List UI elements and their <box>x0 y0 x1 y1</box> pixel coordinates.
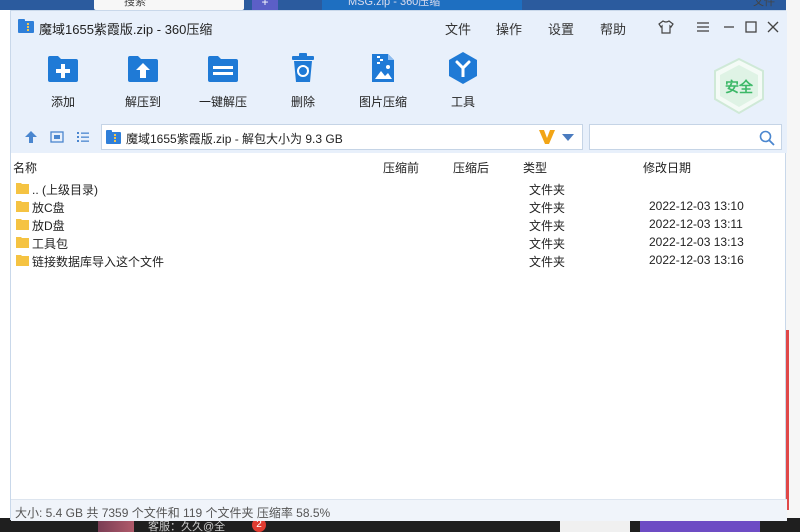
extract-to-button[interactable]: 解压到 <box>103 51 183 110</box>
delete-label: 删除 <box>290 95 315 109</box>
security-shield-badge[interactable]: 安全 <box>711 57 767 115</box>
file-date: 2022-12-03 13:10 <box>649 199 744 213</box>
background-new-tab-button[interactable]: + <box>252 0 278 10</box>
minimize-icon[interactable] <box>719 17 739 37</box>
tools-icon <box>446 51 480 85</box>
status-text: 大小: 5.4 GB 共 7359 个文件和 119 个文件夹 压缩率 58.5… <box>15 506 331 520</box>
one-click-extract-icon <box>206 51 240 85</box>
menu-help[interactable]: 帮助 <box>600 19 626 38</box>
image-compress-button[interactable]: 图片压缩 <box>343 51 423 110</box>
image-compress-icon <box>366 51 400 85</box>
file-list-header: 名称 压缩前 压缩后 类型 修改日期 <box>11 157 787 177</box>
extract-to-icon <box>126 51 160 85</box>
folder-icon <box>16 219 29 230</box>
maximize-icon[interactable] <box>741 17 761 37</box>
file-type: 文件夹 <box>529 183 566 197</box>
menu-file[interactable]: 文件 <box>445 19 471 38</box>
one-click-extract-button[interactable]: 一键解压 <box>183 51 263 110</box>
title-bar: 魔域1655紫霞版.zip - 360压缩 文件 操作 设置 帮助 <box>11 11 787 43</box>
file-name: 放C盘 <box>32 201 65 215</box>
tools-label: 工具 <box>450 95 475 109</box>
file-list: .. (上级目录) 文件夹 放C盘 文件夹 2022-12-03 13:10 放… <box>11 179 787 269</box>
folder-icon <box>16 237 29 248</box>
add-label: 添加 <box>50 95 75 109</box>
file-name: 放D盘 <box>32 219 65 233</box>
file-type: 文件夹 <box>529 237 566 251</box>
status-bar: 大小: 5.4 GB 共 7359 个文件和 119 个文件夹 压缩率 58.5… <box>11 499 787 521</box>
file-type: 文件夹 <box>529 219 566 233</box>
file-date: 2022-12-03 13:11 <box>649 217 743 231</box>
path-field[interactable]: 魔域1655紫霞版.zip - 解包大小为 9.3 GB <box>101 124 583 150</box>
one-click-extract-label: 一键解压 <box>198 95 247 109</box>
menu-lines-icon[interactable] <box>693 17 713 37</box>
file-type: 文件夹 <box>529 201 566 215</box>
tools-button[interactable]: 工具 <box>423 51 503 110</box>
add-button[interactable]: 添加 <box>23 51 103 110</box>
background-search-tab[interactable]: 搜索 <box>94 0 244 10</box>
table-row[interactable]: 工具包 文件夹 2022-12-03 13:13 <box>11 233 787 251</box>
zip-app-icon <box>18 19 34 33</box>
background-red-accent <box>786 330 789 510</box>
window-title: 魔域1655紫霞版.zip - 360压缩 <box>39 22 213 37</box>
background-other-window-tab[interactable]: MSG.zip - 360压缩 <box>322 0 522 10</box>
column-compressed-before[interactable]: 压缩前 <box>383 159 419 176</box>
list-view-icon[interactable] <box>75 130 91 144</box>
delete-button[interactable]: 删除 <box>263 51 343 110</box>
file-name: .. (上级目录) <box>32 183 98 197</box>
close-icon[interactable] <box>763 17 783 37</box>
table-row[interactable]: 放C盘 文件夹 2022-12-03 13:10 <box>11 197 787 215</box>
column-type[interactable]: 类型 <box>523 159 547 176</box>
v-logo-icon[interactable] <box>538 129 556 145</box>
path-text: 魔域1655紫霞版.zip - 解包大小为 9.3 GB <box>126 132 343 146</box>
zip-file-icon <box>106 130 121 144</box>
address-bar: 魔域1655紫霞版.zip - 解包大小为 9.3 GB <box>11 119 787 153</box>
up-arrow-icon[interactable] <box>23 130 39 144</box>
toolbar: 添加 解压到 一键解压 删除 图片压缩 工具 安全 <box>11 43 787 119</box>
column-name[interactable]: 名称 <box>13 159 37 176</box>
table-row[interactable]: 链接数据库导入这个文件 文件夹 2022-12-03 13:16 <box>11 251 787 269</box>
search-icon[interactable] <box>759 130 775 146</box>
extract-to-label: 解压到 <box>124 95 161 109</box>
file-name: 链接数据库导入这个文件 <box>32 255 165 269</box>
folder-icon <box>16 183 29 194</box>
skin-shirt-icon[interactable] <box>656 17 676 37</box>
image-compress-label: 图片压缩 <box>358 95 407 109</box>
file-type: 文件夹 <box>529 255 566 269</box>
column-compressed-after[interactable]: 压缩后 <box>453 159 489 176</box>
archive-window: 魔域1655紫霞版.zip - 360压缩 文件 操作 设置 帮助 添加 解压到… <box>10 10 787 521</box>
menu-operate[interactable]: 操作 <box>496 19 522 38</box>
thumbnail-view-icon[interactable] <box>49 130 65 144</box>
file-date: 2022-12-03 13:16 <box>649 253 744 267</box>
column-modified-date[interactable]: 修改日期 <box>643 159 691 176</box>
search-input[interactable] <box>589 124 782 150</box>
delete-icon <box>286 51 320 85</box>
file-date: 2022-12-03 13:13 <box>649 235 744 249</box>
table-row[interactable]: .. (上级目录) 文件夹 <box>11 179 787 197</box>
menu-settings[interactable]: 设置 <box>548 19 574 38</box>
folder-icon <box>16 255 29 266</box>
security-label: 安全 <box>725 79 754 96</box>
file-name: 工具包 <box>32 237 69 251</box>
folder-icon <box>16 201 29 212</box>
add-icon <box>46 51 80 85</box>
path-dropdown-icon[interactable] <box>562 134 574 141</box>
table-row[interactable]: 放D盘 文件夹 2022-12-03 13:11 <box>11 215 787 233</box>
